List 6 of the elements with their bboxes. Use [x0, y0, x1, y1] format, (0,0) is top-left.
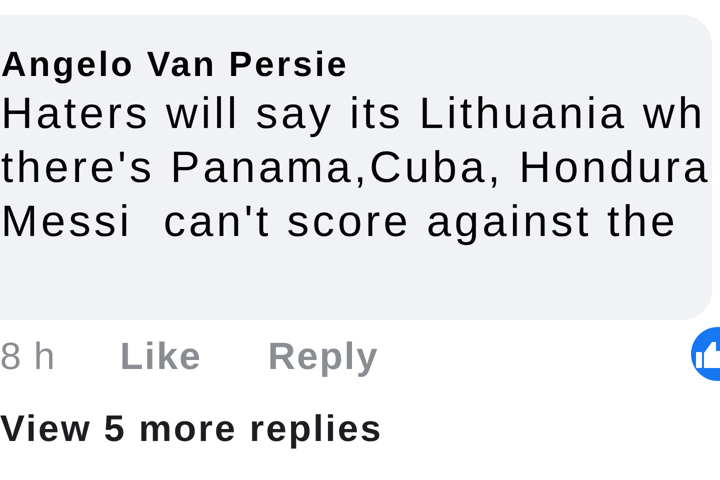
author-name[interactable]: Angelo Van Persie	[1, 43, 712, 87]
comment-text-line: Messi can't score against the	[1, 196, 680, 248]
comment-text-line: Haters will say its Lithuania wh	[1, 88, 707, 140]
comment-text-line: there's Panama,Cuba, Hondura	[1, 142, 712, 194]
view-more-replies-link[interactable]: View 5 more replies	[0, 408, 383, 450]
comment-time: 8 h	[0, 336, 56, 378]
